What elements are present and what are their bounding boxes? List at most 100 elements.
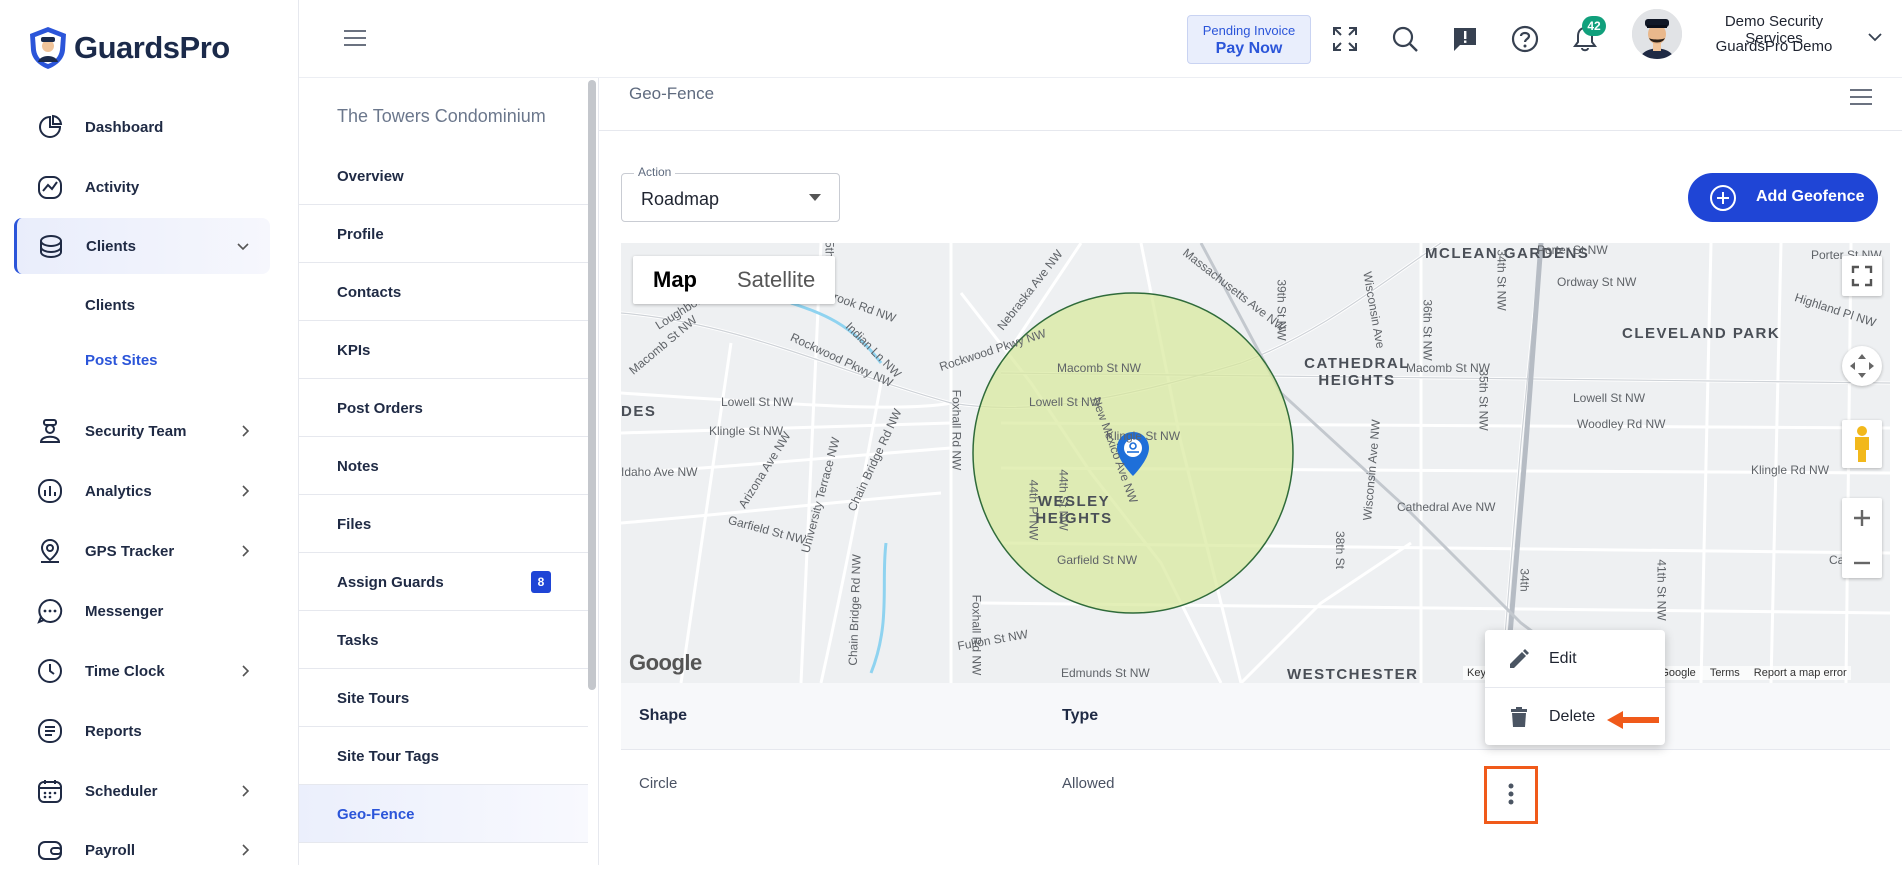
add-geofence-button[interactable]: Add Geofence (1688, 173, 1878, 222)
sidebar-item-label: Time Clock (85, 662, 165, 680)
action-select-label: Action (634, 165, 676, 179)
notification-count-badge: 42 (1582, 16, 1606, 36)
chevron-right-icon (242, 665, 250, 677)
caret-down-icon (809, 194, 821, 201)
help-icon[interactable] (1511, 25, 1539, 53)
map-label: Klingle Rd NW (1751, 463, 1830, 477)
subnav-item-label: Notes (337, 458, 379, 475)
subnav-item-post-orders[interactable]: Post Orders (299, 379, 588, 437)
map-label: 35th St NW (1476, 369, 1491, 431)
dashboard-icon (36, 113, 64, 141)
zoom-in-icon[interactable] (1842, 498, 1882, 538)
logo-text: GuardsPro (74, 30, 230, 65)
menu-toggle-icon[interactable] (343, 28, 367, 48)
chevron-right-icon (242, 844, 250, 856)
subnav-item-label: Assign Guards (337, 574, 444, 591)
add-geofence-label: Add Geofence (1756, 188, 1865, 205)
subnav-item-assign-guards[interactable]: Assign Guards 8 (299, 553, 588, 611)
edit-menu-item[interactable]: Edit (1485, 630, 1665, 688)
cell-shape: Circle (639, 775, 678, 792)
subnav-item-label: Overview (337, 168, 404, 185)
map-label: Lowell St NW (1573, 391, 1646, 405)
user-name[interactable]: GuardsPro Demo (1694, 38, 1854, 55)
sidebar-item-messenger[interactable]: Messenger (16, 583, 272, 639)
sidebar-item-label: Reports (85, 722, 142, 740)
map-label: 39th St NW (1274, 279, 1289, 341)
feedback-icon[interactable] (1451, 25, 1479, 53)
sidebar-item-gps-tracker[interactable]: GPS Tracker (16, 523, 272, 579)
pencil-icon (1510, 649, 1529, 668)
subnav-item-tasks[interactable]: Tasks (299, 611, 588, 669)
assign-guards-count-badge: 8 (531, 571, 551, 593)
map-label: WESTCHESTER (1287, 666, 1419, 683)
street-view-pegman[interactable] (1842, 420, 1882, 468)
subnav-item-label: KPIs (337, 342, 371, 359)
sidebar-subitem-post-sites[interactable]: Post Sites (85, 352, 158, 369)
edit-label: Edit (1549, 650, 1577, 667)
sidebar-item-payroll[interactable]: Payroll (16, 822, 272, 878)
terms-link[interactable]: Terms (1710, 667, 1740, 679)
map-label: 44th Pl NW (1026, 479, 1041, 541)
subnav-item-geo-fence[interactable]: Geo-Fence (299, 785, 588, 843)
chevron-down-icon (237, 243, 249, 251)
map-camera-control[interactable] (1842, 346, 1882, 386)
section-menu-icon[interactable] (1849, 87, 1873, 107)
subnav-item-label: Tasks (337, 632, 379, 649)
action-select[interactable]: Action Roadmap (621, 165, 840, 222)
reports-icon (36, 717, 64, 745)
zoom-out-icon[interactable] (1842, 543, 1882, 583)
map-tab-map[interactable]: Map (633, 256, 717, 304)
subnav-item-profile[interactable]: Profile (299, 205, 588, 263)
subnav-item-site-tours[interactable]: Site Tours (299, 669, 588, 727)
map-view[interactable]: MCLEAN GARDENS CLEVELAND PARK CATHEDRAL … (621, 243, 1890, 683)
column-header-shape[interactable]: Shape (639, 707, 687, 725)
sidebar-item-reports[interactable]: Reports (16, 703, 272, 759)
arrow-left-annotation-icon (1607, 711, 1659, 729)
sidebar-item-clients[interactable]: Clients (14, 218, 270, 274)
map-label: CLEVELAND PARK (1622, 325, 1781, 342)
sidebar-item-label: Dashboard (85, 118, 164, 136)
cell-type: Allowed (1062, 775, 1115, 792)
map-label: Foxhall Rd NW (949, 389, 964, 471)
site-subnav: The Towers Condominium Overview Profile … (299, 78, 599, 865)
column-header-type[interactable]: Type (1062, 707, 1098, 725)
sidebar-item-activity[interactable]: Activity (16, 159, 272, 215)
subnav-item-notes[interactable]: Notes (299, 437, 588, 495)
map-label: Ordway St NW (1557, 275, 1637, 289)
report-map-error-link[interactable]: Report a map error (1754, 667, 1847, 679)
sidebar-item-time-clock[interactable]: Time Clock (16, 643, 272, 699)
delete-label: Delete (1549, 708, 1596, 725)
map-label: Idaho Ave NW (621, 465, 698, 479)
pending-invoice-button[interactable]: Pending Invoice Pay Now (1187, 15, 1311, 64)
avatar[interactable] (1632, 9, 1682, 59)
sidebar-item-analytics[interactable]: Analytics (16, 463, 272, 519)
sidebar-item-security-team[interactable]: Security Team (16, 403, 272, 459)
subnav-item-files[interactable]: Files (299, 495, 588, 553)
guardspro-logo-icon (30, 27, 66, 69)
search-icon[interactable] (1391, 25, 1419, 53)
subnav-item-contacts[interactable]: Contacts (299, 263, 588, 321)
action-select-value: Roadmap (641, 189, 720, 209)
map-label: Garfield St NW (1057, 553, 1138, 567)
plus-circle-icon (1710, 185, 1736, 211)
sidebar-item-label: Analytics (85, 482, 152, 500)
subnav-item-kpis[interactable]: KPIs (299, 321, 588, 379)
subnav-scrollbar[interactable] (588, 80, 596, 690)
sidebar-item-scheduler[interactable]: Scheduler (16, 763, 272, 819)
map-label: Edmunds St NW (1061, 666, 1150, 680)
subnav-item-site-tour-tags[interactable]: Site Tour Tags (299, 727, 588, 785)
chevron-down-icon[interactable] (1867, 30, 1883, 44)
subnav-item-overview[interactable]: Overview (299, 147, 588, 205)
more-vertical-icon[interactable] (1495, 768, 1527, 820)
fullscreen-icon[interactable] (1331, 25, 1359, 53)
sidebar-item-dashboard[interactable]: Dashboard (16, 99, 272, 155)
sidebar-subitem-clients[interactable]: Clients (85, 297, 135, 314)
map-fullscreen-button[interactable] (1842, 256, 1882, 296)
guard-avatar-icon (1632, 9, 1682, 59)
sidebar-item-label: Payroll (85, 841, 136, 859)
map-tab-satellite[interactable]: Satellite (717, 256, 835, 304)
sidebar-item-label: GPS Tracker (85, 542, 175, 560)
sidebar-item-label: Activity (85, 178, 140, 196)
map-label: 41th St NW (1654, 559, 1669, 621)
logo[interactable]: GuardsPro (28, 26, 230, 70)
